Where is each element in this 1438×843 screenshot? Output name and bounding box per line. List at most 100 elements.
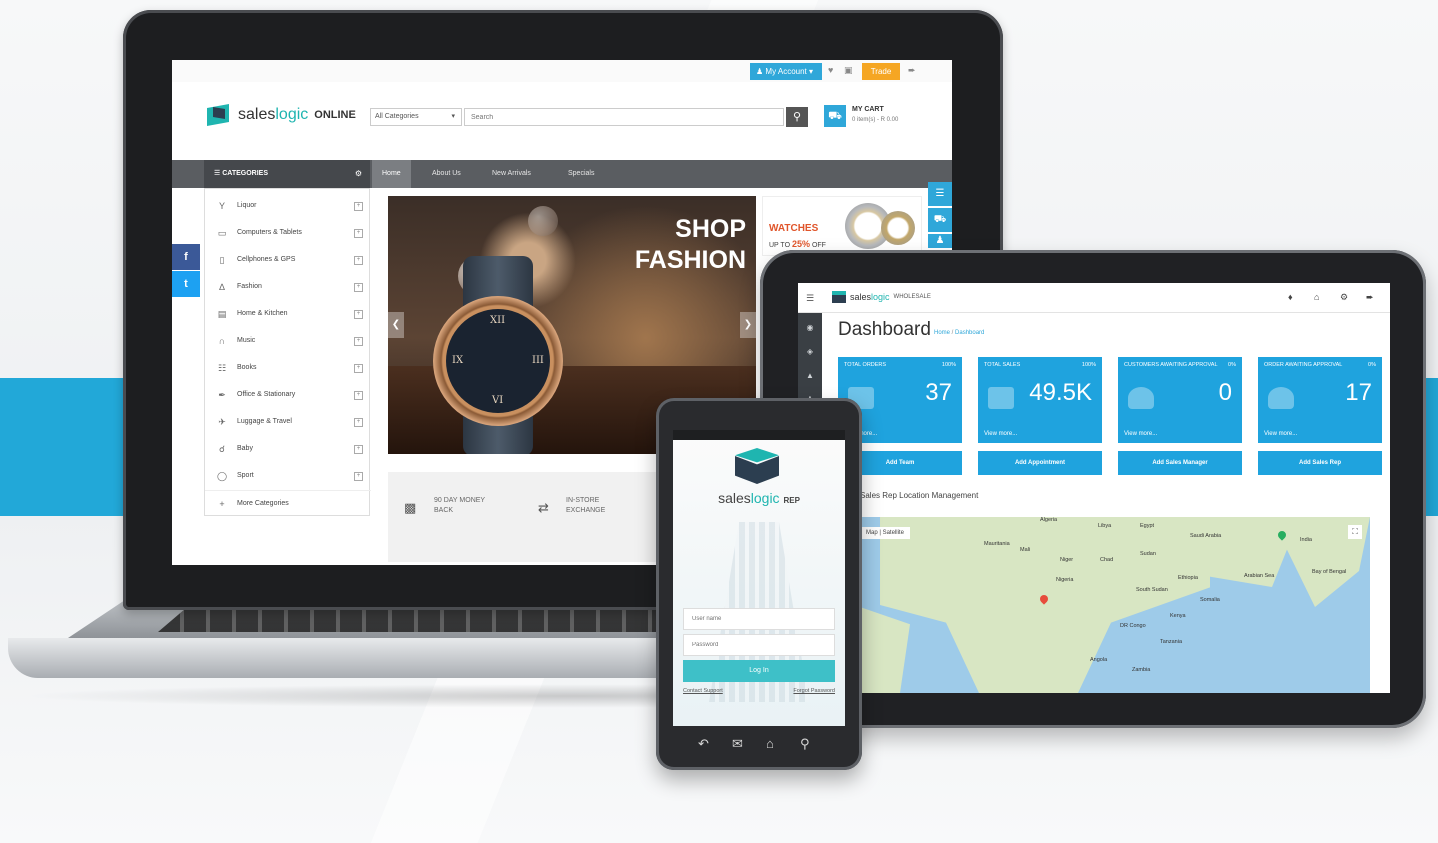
nav-new-arrivals[interactable]: New Arrivals (482, 160, 541, 188)
facebook-icon[interactable]: f (172, 244, 200, 270)
add-appointment-button[interactable]: Add Appointment (978, 451, 1102, 475)
login-button[interactable]: Log In (683, 660, 835, 682)
logout-icon[interactable]: ➨ (1366, 292, 1374, 303)
twitter-icon[interactable]: t (172, 271, 200, 297)
expand-icon[interactable]: + (354, 418, 363, 427)
category-item-computers[interactable]: ▭ Computers & Tablets + (205, 220, 371, 246)
password-input[interactable] (683, 634, 835, 656)
nav-specials[interactable]: Specials (558, 160, 604, 188)
expand-icon[interactable]: + (354, 391, 363, 400)
home-icon[interactable]: ⌂ (1314, 292, 1319, 302)
expand-icon[interactable]: + (354, 364, 363, 373)
settings-icon[interactable]: ⚙ (1340, 292, 1348, 303)
plus-icon: + (219, 499, 225, 509)
expand-icon[interactable]: + (354, 229, 363, 238)
login-icon[interactable]: ➨ (908, 65, 916, 76)
categories-header[interactable]: ☰ CATEGORIES ⚙ (204, 160, 370, 188)
username-input[interactable] (683, 608, 835, 630)
logo-cube-icon (735, 448, 779, 484)
category-item-liquor[interactable]: Y Liquor + (205, 193, 371, 219)
pram-icon: ☌ (218, 444, 226, 454)
stat-card-total-sales: TOTAL SALES 100% 49.5K View more... (978, 357, 1102, 443)
watches-promo[interactable]: WATCHES UP TO 25% OFF (762, 196, 922, 256)
expand-icon[interactable]: + (354, 472, 363, 481)
slider-next-arrow[interactable]: ❯ (740, 312, 756, 338)
more-categories-link[interactable]: + More Categories (205, 490, 371, 516)
nav-home[interactable]: Home (372, 160, 411, 188)
store-logo[interactable]: saleslogic ONLINE (204, 104, 356, 126)
add-sales-rep-button[interactable]: Add Sales Rep (1258, 451, 1382, 475)
chevron-down-icon: ▾ (451, 113, 455, 120)
cart-summary: 0 item(s) - R 0.00 (852, 117, 899, 123)
lock-icon[interactable]: ▣ (844, 65, 853, 76)
rep-logo: saleslogic REP (718, 490, 800, 506)
menu-icon: ☰ (214, 170, 221, 177)
cart-icon[interactable]: ⛟ (824, 105, 846, 127)
logo-wordmark: saleslogic (238, 106, 309, 123)
fullscreen-icon[interactable]: ⛶ (1348, 525, 1362, 539)
category-item-home-kitchen[interactable]: ▤ Home & Kitchen + (205, 301, 371, 327)
back-icon[interactable]: ↶ (698, 736, 709, 752)
slider-prev-arrow[interactable]: ❮ (388, 312, 404, 338)
bell-icon[interactable]: ♦ (1288, 292, 1293, 302)
stat-card-orders-awaiting: ORDER AWAITING APPROVAL 0% 17 View more..… (1258, 357, 1382, 443)
category-item-luggage[interactable]: ✈ Luggage & Travel + (205, 409, 371, 435)
phone-screen-login: saleslogic REP Log In Contact Support Fo… (673, 430, 845, 726)
chart-icon[interactable]: ▲ (798, 371, 822, 380)
map-type-toggle[interactable]: Map | Satellite (860, 527, 910, 539)
expand-icon[interactable]: + (354, 310, 363, 319)
logo-cube-icon (832, 291, 846, 303)
my-account-button[interactable]: ♟ My Account ▾ (750, 63, 822, 80)
expand-icon[interactable]: + (354, 202, 363, 211)
menu-icon[interactable]: ☰ (928, 182, 952, 206)
search-button[interactable]: ⚲ (786, 107, 808, 127)
user-icon[interactable]: ♟ (928, 234, 952, 248)
expand-icon[interactable]: + (354, 256, 363, 265)
tag-icon[interactable]: ◈ (798, 347, 822, 356)
heart-icon[interactable]: ♥ (828, 65, 833, 75)
category-item-baby[interactable]: ☌ Baby + (205, 436, 371, 462)
sidebar-toggle-icon[interactable]: ☰ (806, 293, 814, 304)
location-map[interactable]: Algeria Libya Egypt Saudi Arabia Maurita… (860, 517, 1370, 693)
expand-icon[interactable]: + (354, 283, 363, 292)
nav-about-us[interactable]: About Us (422, 160, 471, 188)
dress-icon: ∆ (219, 282, 225, 292)
trade-button[interactable]: Trade (862, 63, 900, 80)
africa-landmass (880, 517, 1210, 693)
search-input[interactable] (464, 108, 784, 126)
mail-icon[interactable]: ✉ (732, 736, 743, 752)
contact-support-link[interactable]: Contact Support (683, 688, 723, 694)
category-select[interactable]: All Categories ▾ (370, 108, 462, 126)
search-icon[interactable]: ⚲ (800, 736, 810, 752)
watch-icon (881, 211, 915, 245)
phone-status-bar (673, 430, 845, 440)
banner-headline: SHOP FASHION (634, 215, 746, 274)
dashboard-icon[interactable]: ◉ (798, 323, 822, 332)
gear-icon: ⚙ (354, 169, 362, 178)
category-item-fashion[interactable]: ∆ Fashion + (205, 274, 371, 300)
user-icon: ♟ (756, 67, 766, 76)
category-item-office[interactable]: ✒ Office & Stationary + (205, 382, 371, 408)
home-icon[interactable]: ⌂ (766, 736, 774, 751)
expand-icon[interactable]: + (354, 445, 363, 454)
category-item-music[interactable]: ∩ Music + (205, 328, 371, 354)
map-section-title: Sales Rep Location Management (860, 491, 979, 500)
add-sales-manager-button[interactable]: Add Sales Manager (1118, 451, 1242, 475)
view-more-link[interactable]: View more... (1264, 431, 1297, 437)
watch-icon: XII III VI IX (446, 309, 550, 413)
pen-icon: ✒ (218, 390, 226, 400)
sofa-icon: ▤ (217, 309, 227, 319)
cart-title[interactable]: MY CART (852, 106, 884, 113)
view-more-link[interactable]: View more... (984, 431, 1017, 437)
category-item-sport[interactable]: ◯ Sport + (205, 463, 371, 489)
cart-icon[interactable]: ⛟ (928, 208, 952, 232)
category-item-books[interactable]: ☷ Books + (205, 355, 371, 381)
forgot-password-link[interactable]: Forgot Password (793, 688, 835, 694)
category-list: Y Liquor + ▭ Computers & Tablets + ▯ Cellphon… (204, 188, 371, 516)
view-more-link[interactable]: View more... (1124, 431, 1157, 437)
expand-icon[interactable]: + (354, 337, 363, 346)
wholesale-logo[interactable]: saleslogic WHOLESALE (832, 291, 931, 303)
category-item-cellphones[interactable]: ▯ Cellphones & GPS + (205, 247, 371, 273)
search-icon: ⚲ (792, 111, 802, 123)
exchange-icon: ⇄ (538, 500, 549, 515)
